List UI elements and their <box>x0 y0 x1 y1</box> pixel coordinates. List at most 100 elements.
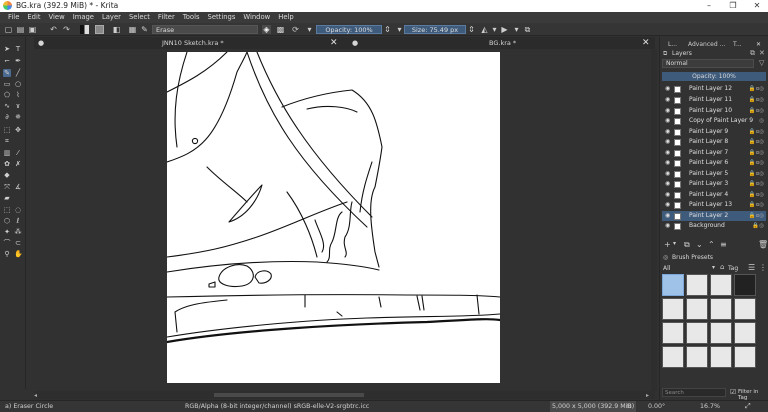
visibility-eye-icon[interactable]: ◉ <box>665 169 670 180</box>
dynamic-brush-tool-icon[interactable]: ∂ <box>3 113 11 121</box>
layer-flags-icon[interactable]: 🔒α◎ <box>749 158 764 169</box>
layer-row[interactable]: ◉ Paint Layer 13 🔒α◎ <box>662 200 766 211</box>
layer-flags-icon[interactable]: 🔒α◎ <box>749 84 764 95</box>
filter-checkbox-icon[interactable]: ☑ <box>730 388 736 396</box>
redo-icon[interactable]: ↷ <box>62 25 71 34</box>
brush-preset[interactable] <box>710 322 732 344</box>
freehand-brush-tool-icon[interactable]: ✎ <box>3 69 11 77</box>
layer-blend-mode-select[interactable]: Normal <box>662 59 754 68</box>
layer-row[interactable]: ◉ Copy of Paint Layer 9 ◎ <box>662 116 766 127</box>
preset-menu-icon[interactable]: ⋮ <box>759 263 767 272</box>
current-brush-status[interactable]: a) Eraser Circle <box>5 401 53 412</box>
layer-row[interactable]: ◉ Paint Layer 3 🔒α◎ <box>662 179 766 190</box>
layer-flags-icon[interactable]: 🔒α◎ <box>749 95 764 106</box>
layer-row[interactable]: ◉ Paint Layer 6 🔒α◎ <box>662 158 766 169</box>
visibility-eye-icon[interactable]: ◉ <box>665 137 670 148</box>
magnetic-select-tool-icon[interactable]: ⊂ <box>14 239 22 247</box>
tag-label[interactable]: Tag <box>728 265 738 272</box>
calligraphy-tool-icon[interactable]: ✒ <box>14 57 22 65</box>
layer-row[interactable]: ◉ Paint Layer 7 🔒α◎ <box>662 148 766 159</box>
tag-icon[interactable]: ⌂ <box>720 263 724 271</box>
wrap-around-icon[interactable]: ⧉ <box>523 25 532 34</box>
polygon-select-tool-icon[interactable]: ⬡ <box>3 217 11 225</box>
layer-flags-icon[interactable]: 🔒α◎ <box>749 148 764 159</box>
reload-preset-icon[interactable]: ⟳ <box>291 25 300 34</box>
visibility-eye-icon[interactable]: ◉ <box>665 221 670 232</box>
layer-flags-icon[interactable]: ◎ <box>759 116 764 127</box>
freehand-path-tool-icon[interactable]: ɤ <box>14 102 22 110</box>
undo-icon[interactable]: ↶ <box>49 25 58 34</box>
visibility-eye-icon[interactable]: ◉ <box>665 190 670 201</box>
edit-shapes-tool-icon[interactable]: ⌐ <box>3 57 11 65</box>
brush-preset[interactable] <box>662 322 684 344</box>
layer-row[interactable]: ◉ Paint Layer 4 🔒α◎ <box>662 190 766 201</box>
pattern-icon[interactable] <box>95 25 104 34</box>
freehand-select-tool-icon[interactable]: ℓ <box>14 217 22 225</box>
menu-edit[interactable]: Edit <box>23 12 44 23</box>
dropdown-arrow-icon[interactable]: ▾ <box>305 25 314 34</box>
brush-preset[interactable] <box>734 322 756 344</box>
layer-row[interactable]: ◉ Paint Layer 10 🔒α◎ <box>662 106 766 117</box>
layer-flags-icon[interactable]: 🔒α◎ <box>749 127 764 138</box>
brush-preset[interactable] <box>662 346 684 368</box>
brush-preset[interactable] <box>734 346 756 368</box>
visibility-eye-icon[interactable]: ◉ <box>665 106 670 117</box>
canvas-drawing[interactable] <box>165 51 502 383</box>
reference-image-tool-icon[interactable]: ▰ <box>3 194 11 202</box>
layer-flags-icon[interactable]: 🔒◎ <box>752 221 764 232</box>
layer-flags-icon[interactable]: 🔒α◎ <box>749 200 764 211</box>
brush-preset[interactable] <box>686 346 708 368</box>
layer-flags-icon[interactable]: 🔒α◎ <box>749 190 764 201</box>
list-view-icon[interactable]: ☰ <box>748 263 755 272</box>
menu-filter[interactable]: Filter <box>154 12 179 23</box>
close-tab-icon[interactable]: ✕ <box>642 37 650 49</box>
assistant-tool-icon[interactable]: ⤧ <box>3 183 11 191</box>
layer-row[interactable]: ◉ Paint Layer 11 🔒α◎ <box>662 95 766 106</box>
close-docker-icon[interactable]: ✕ <box>759 49 765 57</box>
polyline-tool-icon[interactable]: ⌇ <box>14 91 22 99</box>
menu-settings[interactable]: Settings <box>204 12 240 23</box>
measure-tool-icon[interactable]: ∡ <box>14 183 22 191</box>
fullscreen-icon[interactable]: ⤢ <box>745 401 751 412</box>
zoom-status[interactable]: 16.7% <box>700 401 720 412</box>
horizontal-scrollbar[interactable]: ◂ ▸ <box>34 391 655 399</box>
visibility-eye-icon[interactable]: ◉ <box>665 127 670 138</box>
open-document-icon[interactable]: ▤ <box>16 25 25 34</box>
zoom-tool-icon[interactable]: ⚲ <box>3 250 11 258</box>
dropdown-arrow-icon[interactable]: ▾ <box>712 264 715 271</box>
brush-preset-eraser[interactable] <box>662 274 684 296</box>
rotation-status[interactable]: 0.00° <box>648 401 665 412</box>
layer-flags-icon[interactable]: 🔒α◎ <box>749 179 764 190</box>
menu-view[interactable]: View <box>45 12 69 23</box>
brush-preset[interactable] <box>710 346 732 368</box>
eraser-mode-icon[interactable]: ◈ <box>262 25 271 34</box>
size-slider[interactable]: Size: 75.49 px <box>404 25 466 34</box>
menu-select[interactable]: Select <box>125 12 154 23</box>
tab-tool-options[interactable]: T... <box>733 40 742 49</box>
layer-flags-icon[interactable]: 🔒α◎ <box>749 137 764 148</box>
opacity-stepper-icon[interactable]: ⇕ <box>383 25 392 34</box>
new-document-icon[interactable]: ▢ <box>4 25 13 34</box>
float-docker-icon[interactable]: ⧉ <box>750 49 755 58</box>
rotate-icon[interactable]: ⊖ <box>626 401 632 412</box>
brush-preset[interactable] <box>734 274 756 296</box>
brush-preset[interactable] <box>686 274 708 296</box>
tab-bg[interactable]: BG.kra * <box>489 37 516 49</box>
gradient-icon[interactable] <box>80 25 89 34</box>
layer-opacity-slider[interactable]: Opacity: 100% <box>662 72 766 81</box>
contiguous-select-tool-icon[interactable]: ✦ <box>3 228 11 236</box>
rectangle-select-tool-icon[interactable]: ⬚ <box>3 206 11 214</box>
brush-preset[interactable] <box>686 298 708 320</box>
brush-editor-icon[interactable]: ✎ <box>140 25 149 34</box>
transform-tool-icon[interactable]: ⬚ <box>3 126 11 134</box>
visibility-eye-icon[interactable]: ◉ <box>665 95 670 106</box>
move-layer-down-icon[interactable]: ⌄ <box>696 240 703 249</box>
text-tool-icon[interactable]: T <box>14 45 22 53</box>
visibility-eye-icon[interactable]: ◉ <box>665 116 670 127</box>
layer-row[interactable]: ◉ Paint Layer 12 🔒α◎ <box>662 84 766 95</box>
brush-preset[interactable] <box>686 322 708 344</box>
dropdown-arrow-icon[interactable]: ▾ <box>512 25 521 34</box>
filter-icon[interactable]: ▽ <box>759 59 764 67</box>
preserve-alpha-icon[interactable]: ▩ <box>276 25 285 34</box>
dropdown-arrow-icon[interactable]: ▾ <box>673 240 676 247</box>
